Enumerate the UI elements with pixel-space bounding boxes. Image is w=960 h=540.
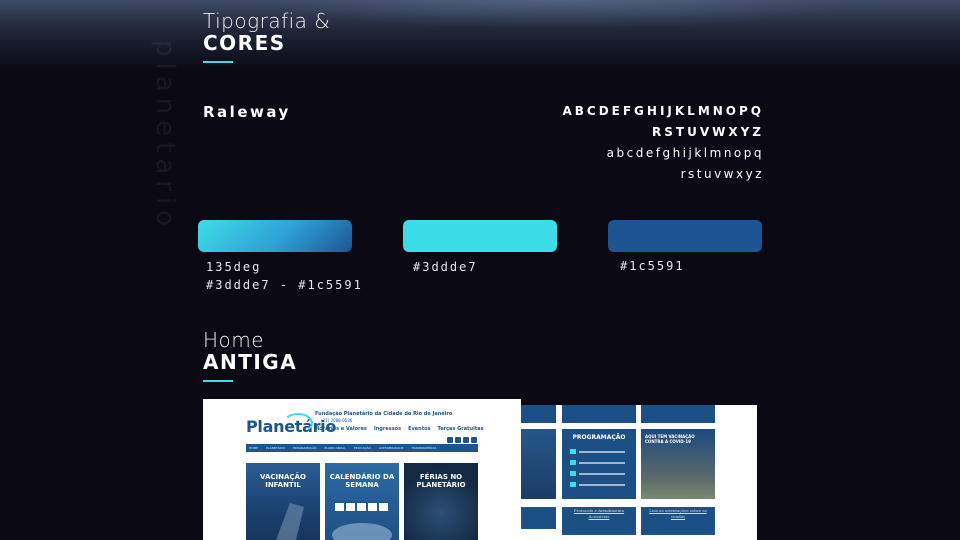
instagram-icon [471, 437, 477, 443]
logo-ring-icon [283, 413, 313, 433]
navbar-item: PROGRAMAÇÃO [292, 446, 317, 450]
facebook-icon [447, 437, 453, 443]
gradient-swatch-label: 135deg #3ddde7 - #1c5591 [206, 258, 363, 294]
tile-programacao: PROGRAMAÇÃO [562, 429, 636, 499]
home-title-bold: ANTIGA [203, 350, 298, 374]
alphabet-upper-2: RSTUVWXYZ [652, 125, 764, 139]
site-menu-item: Ingressos [373, 426, 402, 432]
card-ferias: FÉRIAS NO PLANETÁRIO [404, 463, 478, 540]
link-box: Protocolo e Atendimento Acessíveis [562, 507, 636, 535]
tile-vacina-title: AQUI TEM VACINAÇÃO CONTRA A COVID-19 [645, 434, 695, 444]
home-section-title: Home ANTIGA [203, 329, 297, 382]
home-title-underline [203, 380, 233, 382]
tile-top-2 [562, 405, 636, 423]
site-phone: (21) 2088-0536 [321, 418, 353, 423]
card-vacinacao: VACINAÇÃO INFANTIL [246, 463, 320, 540]
typography-title-bold: CORES [203, 31, 286, 55]
programacao-row [570, 471, 626, 476]
navbar-item: EDUCAÇÃO [353, 446, 371, 450]
gradient-colors-label: #3ddde7 - #1c5591 [206, 278, 363, 292]
old-home-preview: Planetário Fundação Planetário da Cidade… [203, 399, 521, 540]
navbar-item: PLANO ANUAL [324, 446, 346, 450]
programacao-row [570, 482, 626, 487]
card-title: FÉRIAS NO PLANETÁRIO [416, 473, 466, 489]
link-text: Protocolo e Atendimento Acessíveis [573, 508, 625, 519]
site-menu-item: Eventos [408, 426, 431, 432]
primary-color-swatch [403, 220, 557, 252]
site-menu-item: Terças Gratuitas [437, 426, 484, 432]
alphabet-lower-1: abcdefghijklmnopq [606, 146, 764, 160]
navbar-item: ACESSIBILIDADE [378, 446, 404, 450]
typography-section-title: Tipografia & CORES [203, 10, 330, 63]
twitter-icon [463, 437, 469, 443]
tile-vacina: AQUI TEM VACINAÇÃO CONTRA A COVID-19 [641, 429, 715, 499]
programacao-row [570, 460, 626, 465]
font-name: Raleway [203, 103, 291, 121]
social-icons [447, 437, 477, 443]
tile-programacao-title: PROGRAMAÇÃO [572, 434, 626, 441]
youtube-icon [455, 437, 461, 443]
programacao-row [570, 449, 626, 454]
site-menu: Horários e Valores Ingressos Eventos Ter… [315, 426, 484, 432]
old-home-preview-secondary: PROGRAMAÇÃO AQUI TEM VACINAÇÃO CONTRA A … [521, 405, 757, 540]
navbar-item: PLANETÁRIO [266, 446, 285, 450]
secondary-color-label: #1c5591 [620, 259, 685, 273]
tile-top-1 [521, 405, 556, 423]
primary-color-label: #3ddde7 [413, 260, 478, 274]
home-title-light: Home [203, 328, 265, 352]
typography-title-light: Tipografia & [203, 9, 331, 33]
typography-title-underline [203, 61, 233, 63]
site-menu-item: Horários e Valores [315, 426, 367, 432]
navbar-item: HOME [249, 446, 259, 450]
link-box: Leia as orientações sobre as vendas [641, 507, 715, 535]
card-photo-dome [332, 523, 392, 540]
navbar-item: TRANSPARÊNCIA [411, 446, 437, 450]
tile-top-3 [641, 405, 715, 423]
card-photo-arm [276, 503, 304, 540]
gradient-swatch [198, 220, 352, 252]
side-watermark: planetario [150, 40, 180, 233]
alphabet-upper-1: ABCDEFGHIJKLMNOPQ [562, 104, 764, 118]
site-navbar: HOME PLANETÁRIO PROGRAMAÇÃO PLANO ANUAL … [246, 444, 478, 452]
alphabet-lower-2: rstuvwxyz [680, 167, 764, 181]
site-subtitle: Fundação Planetário da Cidade do Rio de … [315, 411, 453, 417]
card-calendario: CALENDÁRIO DA SEMANA [325, 463, 399, 540]
tile-left [521, 429, 556, 499]
link-box [521, 507, 556, 529]
secondary-color-swatch [608, 220, 762, 252]
alphabet-specimen: ABCDEFGHIJKLMNOPQ RSTUVWXYZ abcdefghijkl… [562, 101, 764, 185]
link-text: Leia as orientações sobre as vendas [649, 508, 707, 519]
gradient-angle-label: 135deg [206, 260, 262, 274]
